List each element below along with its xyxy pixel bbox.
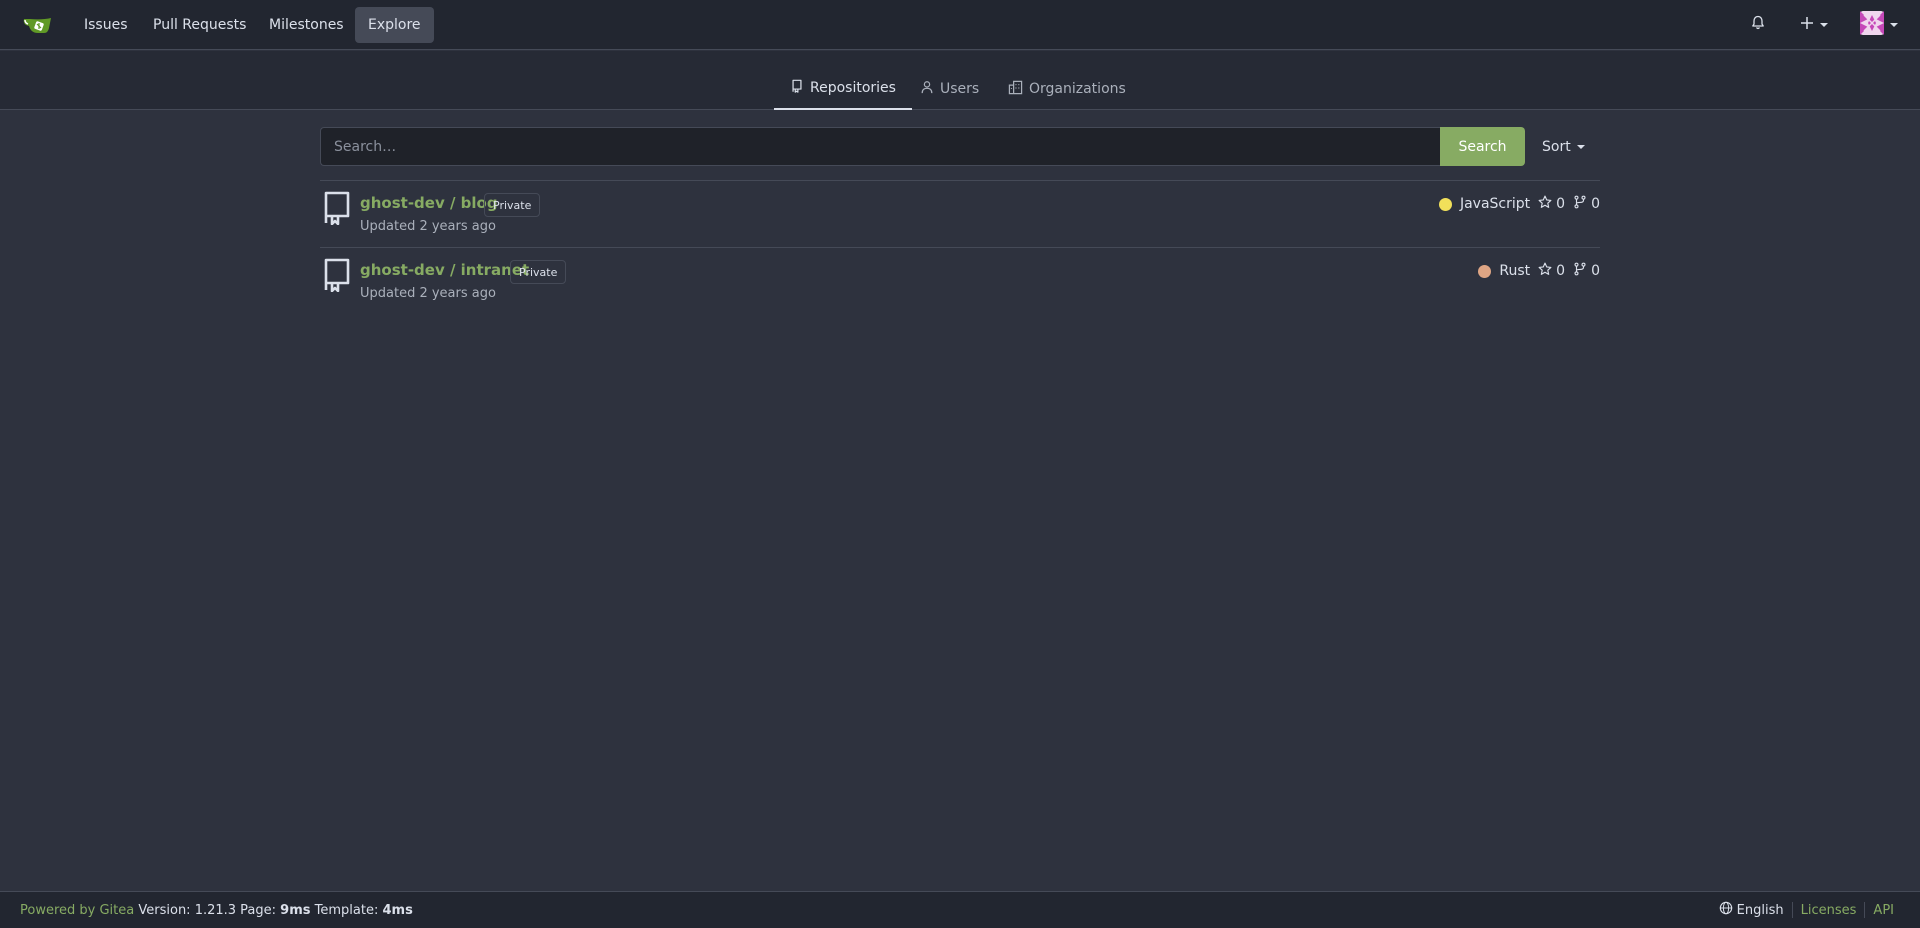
repo-icon: [323, 258, 351, 296]
visibility-badge: Private: [484, 193, 541, 217]
repo-icon: [323, 191, 351, 229]
tab-organizations[interactable]: Organizations: [992, 68, 1142, 110]
language-label: JavaScript: [1459, 196, 1531, 212]
list-item: ghost-dev / intranet Private Updated 2 y…: [320, 247, 1600, 314]
explore-tabs: Repositories Users Organizations: [0, 51, 1920, 110]
stars-link[interactable]: 0: [1538, 262, 1565, 280]
plus-icon: [1800, 16, 1814, 34]
repo-updated-time: Updated 2 years ago: [360, 219, 496, 234]
sort-label: Sort: [1542, 138, 1571, 155]
sort-dropdown[interactable]: Sort: [1542, 127, 1585, 166]
notifications-button[interactable]: [1750, 0, 1770, 50]
repo-updated-time: Updated 2 years ago: [360, 286, 496, 301]
repo-meta: JavaScript 0 0: [1438, 194, 1600, 214]
divider: [1864, 902, 1866, 918]
nav-pull-requests[interactable]: Pull Requests: [140, 7, 259, 43]
search-button[interactable]: Search: [1440, 127, 1525, 166]
chevron-down-icon: [1890, 23, 1898, 27]
stars-link[interactable]: 0: [1538, 195, 1565, 213]
fork-icon: [1573, 262, 1587, 280]
tab-repositories[interactable]: Repositories: [774, 68, 912, 110]
forks-link[interactable]: 0: [1573, 262, 1600, 280]
star-icon: [1538, 195, 1552, 213]
template-label: Template:: [314, 902, 379, 918]
repo-language: JavaScript: [1438, 196, 1531, 212]
stars-count: 0: [1556, 263, 1566, 279]
visibility-badge: Private: [510, 260, 567, 284]
user-menu-button[interactable]: [1860, 0, 1898, 50]
tab-organizations-label: Organizations: [1029, 81, 1126, 97]
repo-icon: [790, 79, 804, 97]
template-time: 4ms: [382, 902, 413, 918]
repo-meta: Rust 0 0: [1478, 261, 1600, 281]
api-link[interactable]: API: [1873, 903, 1894, 918]
person-icon: [920, 80, 934, 98]
nav-explore[interactable]: Explore: [355, 7, 434, 43]
licenses-link[interactable]: Licenses: [1801, 903, 1857, 918]
language-label: English: [1736, 902, 1784, 918]
language-selector[interactable]: English: [1719, 901, 1784, 919]
tab-users[interactable]: Users: [904, 68, 995, 110]
tab-repositories-label: Repositories: [810, 80, 896, 96]
star-icon: [1538, 262, 1552, 280]
nav-milestones[interactable]: Milestones: [256, 7, 357, 43]
forks-count: 0: [1591, 263, 1600, 279]
nav-issues[interactable]: Issues: [71, 7, 141, 43]
repo-link[interactable]: ghost-dev / intranet: [360, 261, 529, 279]
gitea-logo-icon[interactable]: [20, 10, 54, 40]
repo-language: Rust: [1478, 263, 1530, 279]
page-time: 9ms: [280, 902, 311, 918]
top-navbar: Issues Pull Requests Milestones Explore: [0, 0, 1920, 50]
chevron-down-icon: [1820, 23, 1828, 27]
fork-icon: [1573, 195, 1587, 213]
organization-icon: [1008, 80, 1023, 99]
repo-search-form: Search: [320, 127, 1525, 166]
divider: [1791, 902, 1793, 918]
stars-count: 0: [1556, 196, 1566, 212]
globe-icon: [1719, 901, 1733, 919]
create-menu-button[interactable]: [1800, 0, 1828, 50]
language-color-dot: [1478, 264, 1492, 278]
chevron-down-icon: [1576, 144, 1585, 149]
footer-info: Powered by Gitea Version: 1.21.3 Page: 9…: [20, 903, 413, 918]
language-label: Rust: [1499, 263, 1531, 279]
user-avatar: [1860, 11, 1884, 39]
forks-link[interactable]: 0: [1573, 195, 1600, 213]
repo-link[interactable]: ghost-dev / blog: [360, 194, 498, 212]
bell-icon: [1750, 15, 1766, 35]
page-footer: Powered by Gitea Version: 1.21.3 Page: 9…: [0, 891, 1920, 928]
version-text: Version: 1.21.3 Page:: [138, 902, 277, 918]
language-color-dot: [1438, 197, 1452, 211]
tab-users-label: Users: [940, 81, 980, 97]
repo-list: ghost-dev / blog Private Updated 2 years…: [320, 180, 1600, 314]
search-input[interactable]: [320, 127, 1440, 166]
list-item: ghost-dev / blog Private Updated 2 years…: [320, 180, 1600, 247]
powered-by-link[interactable]: Powered by Gitea: [20, 903, 134, 918]
footer-links: English Licenses API: [1719, 901, 1894, 919]
forks-count: 0: [1591, 196, 1600, 212]
